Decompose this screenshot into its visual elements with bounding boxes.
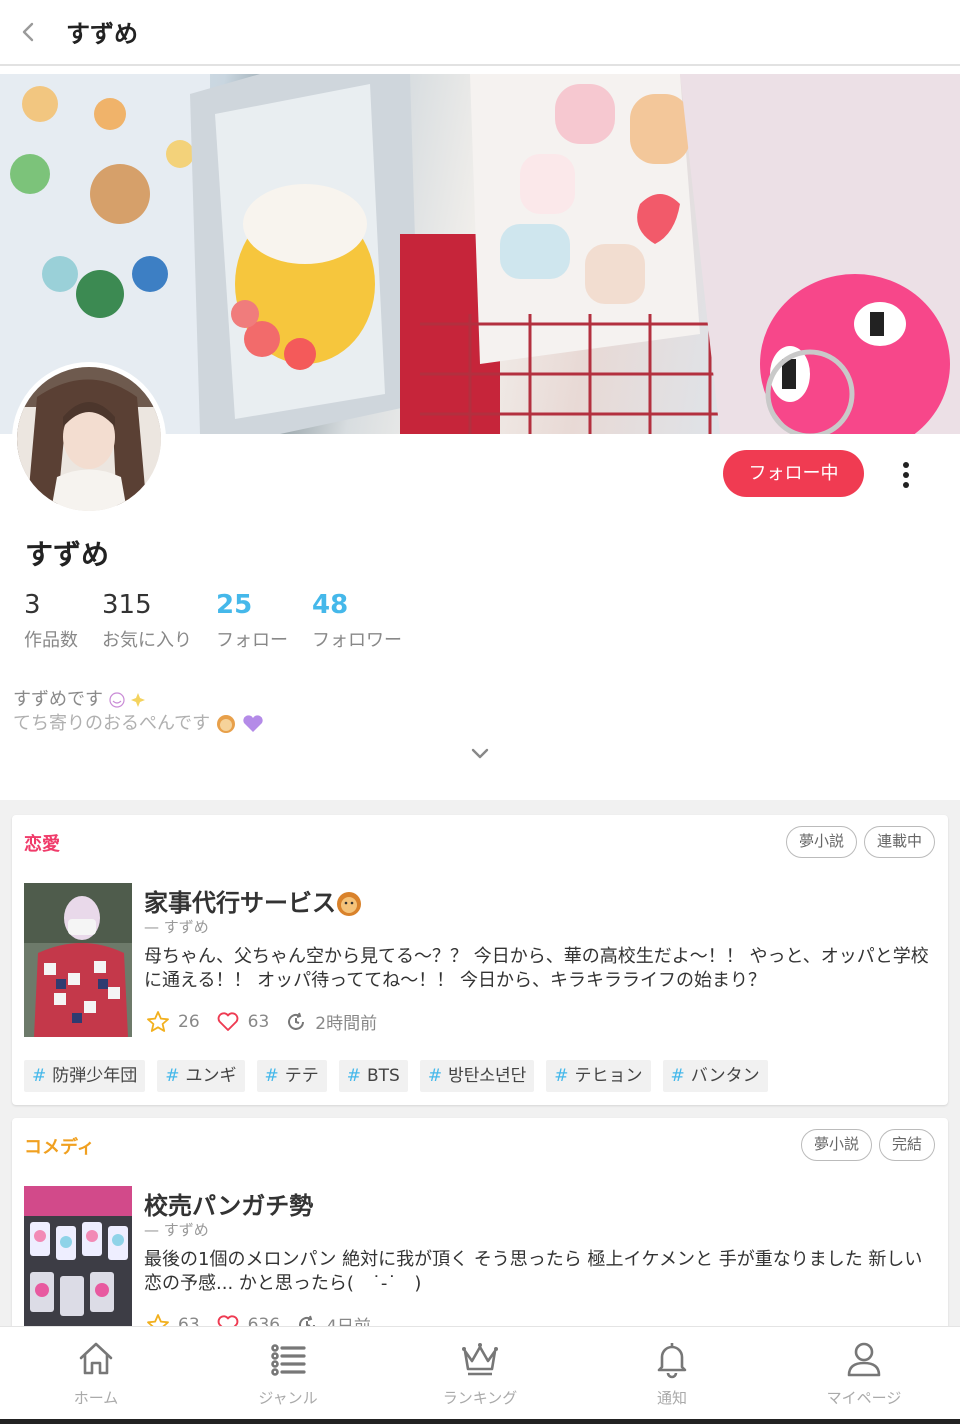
- badge-type: 夢小説: [786, 826, 858, 858]
- purple-heart-icon: [242, 715, 263, 732]
- nav-label: マイページ: [826, 1389, 902, 1407]
- page-title: すずめ: [66, 20, 138, 48]
- nav-label: 通知: [656, 1389, 687, 1407]
- stat-works[interactable]: 3 作品数: [24, 590, 78, 652]
- badge-status: 完結: [879, 1129, 936, 1161]
- nav-home[interactable]: ホーム: [0, 1327, 192, 1423]
- tag-chip[interactable]: # テテ: [256, 1060, 327, 1092]
- badge-type: 夢小説: [801, 1129, 873, 1161]
- bottom-nav: ホーム ジャンル ランキング 通知 マイページ: [0, 1326, 960, 1424]
- story-stats: 26 63 2時間前: [146, 1009, 393, 1034]
- nav-label: ホーム: [73, 1389, 119, 1407]
- smile-emoji-icon: [109, 692, 125, 708]
- stat-label: お気に入り: [102, 630, 192, 651]
- lion-emoji-icon: [337, 892, 361, 916]
- story-title[interactable]: 校売パンガチ勢: [144, 1186, 313, 1221]
- nav-label: ジャンル: [258, 1389, 318, 1407]
- stat-label: 作品数: [24, 630, 78, 651]
- badge-status: 連載中: [864, 826, 936, 858]
- heart-count: 63: [247, 1011, 270, 1032]
- stat-followers[interactable]: 48 フォロワー: [312, 590, 402, 652]
- home-icon: [79, 1342, 113, 1375]
- tag-chip[interactable]: # テヒョン: [546, 1060, 651, 1092]
- avatar[interactable]: [12, 362, 166, 516]
- screen-edge: [0, 1419, 960, 1424]
- stat-value: 315: [102, 590, 152, 620]
- story-thumbnail[interactable]: [24, 1186, 132, 1340]
- chevron-left-icon: [22, 22, 34, 42]
- bio-line: てち寄りのおるぺんです: [13, 713, 211, 734]
- stat-value: 25: [216, 590, 253, 620]
- back-button[interactable]: [14, 16, 42, 48]
- genre-label: コメディ: [24, 1137, 95, 1158]
- chevron-down-icon: [471, 748, 489, 759]
- tag-list: # 防弾少年団 # ユンギ # テテ # BTS # 방탄소년단 # テヒョン # バンタン: [24, 1060, 780, 1092]
- expand-bio-button[interactable]: [468, 744, 492, 764]
- lion-emoji-icon: [216, 715, 235, 733]
- story-title[interactable]: 家事代行サービス: [144, 883, 362, 918]
- tag-chip[interactable]: # BTS: [338, 1060, 408, 1092]
- list-icon: [271, 1344, 306, 1376]
- stat-value: 3: [24, 590, 41, 620]
- nav-mypage[interactable]: マイページ: [768, 1327, 960, 1423]
- nav-label: ランキング: [442, 1389, 518, 1407]
- heart-icon: [217, 1011, 239, 1031]
- tag-chip[interactable]: # バンタン: [662, 1060, 768, 1092]
- crown-icon: [462, 1343, 498, 1376]
- profile-name: すずめ: [25, 538, 110, 571]
- tag-chip[interactable]: # ユンギ: [157, 1060, 245, 1092]
- more-options-button[interactable]: [892, 458, 920, 492]
- story-author: — すずめ: [144, 918, 209, 936]
- nav-genre[interactable]: ジャンル: [192, 1327, 384, 1423]
- story-thumbnail[interactable]: [24, 883, 132, 1037]
- story-description: 母ちゃん、父ちゃん空から見てる〜？？ 今日から、華の高校生だよ〜！！ やっと、オ…: [144, 946, 929, 991]
- bell-icon: [657, 1343, 687, 1379]
- more-dots-icon: [903, 462, 909, 468]
- stat-label: フォロー: [216, 630, 288, 651]
- sparkle-emoji-icon: [131, 693, 146, 707]
- genre-label: 恋愛: [24, 834, 60, 855]
- bio-line: すずめです: [13, 689, 103, 710]
- story-card[interactable]: 恋愛 夢小説 連載中 家事代行サービス — すずめ 母ちゃん、父ちゃん空から見て…: [12, 815, 948, 1105]
- stat-following[interactable]: 25 フォロー: [216, 590, 288, 652]
- tag-chip[interactable]: # 방탄소년단: [419, 1060, 535, 1092]
- stat-value: 48: [312, 590, 349, 620]
- updated-time: 2時間前: [315, 1014, 378, 1034]
- profile-bio: すずめです てち寄りのおるぺんです: [13, 688, 264, 736]
- star-count: 26: [178, 1011, 200, 1032]
- tag-chip[interactable]: # 防弾少年団: [24, 1060, 146, 1092]
- nav-notifications[interactable]: 通知: [576, 1327, 768, 1423]
- update-clock-icon: [288, 1012, 305, 1030]
- person-icon: [847, 1342, 881, 1377]
- stat-favorites[interactable]: 315 お気に入り: [102, 590, 192, 652]
- star-icon: [147, 1010, 169, 1032]
- nav-ranking[interactable]: ランキング: [384, 1327, 576, 1423]
- top-bar: すずめ: [0, 0, 960, 66]
- story-description: 最後の1個のメロンパン 絶対に我が頂く そう思ったら 極上イケメンと 手が重なり…: [144, 1249, 923, 1294]
- story-author: — すずめ: [144, 1221, 209, 1239]
- following-button[interactable]: フォロー中: [723, 450, 864, 497]
- stat-label: フォロワー: [312, 630, 402, 651]
- story-card[interactable]: コメディ 夢小説 完結 校売パンガチ勢 — すずめ 最後の1個のメロンパン 絶対…: [12, 1118, 948, 1348]
